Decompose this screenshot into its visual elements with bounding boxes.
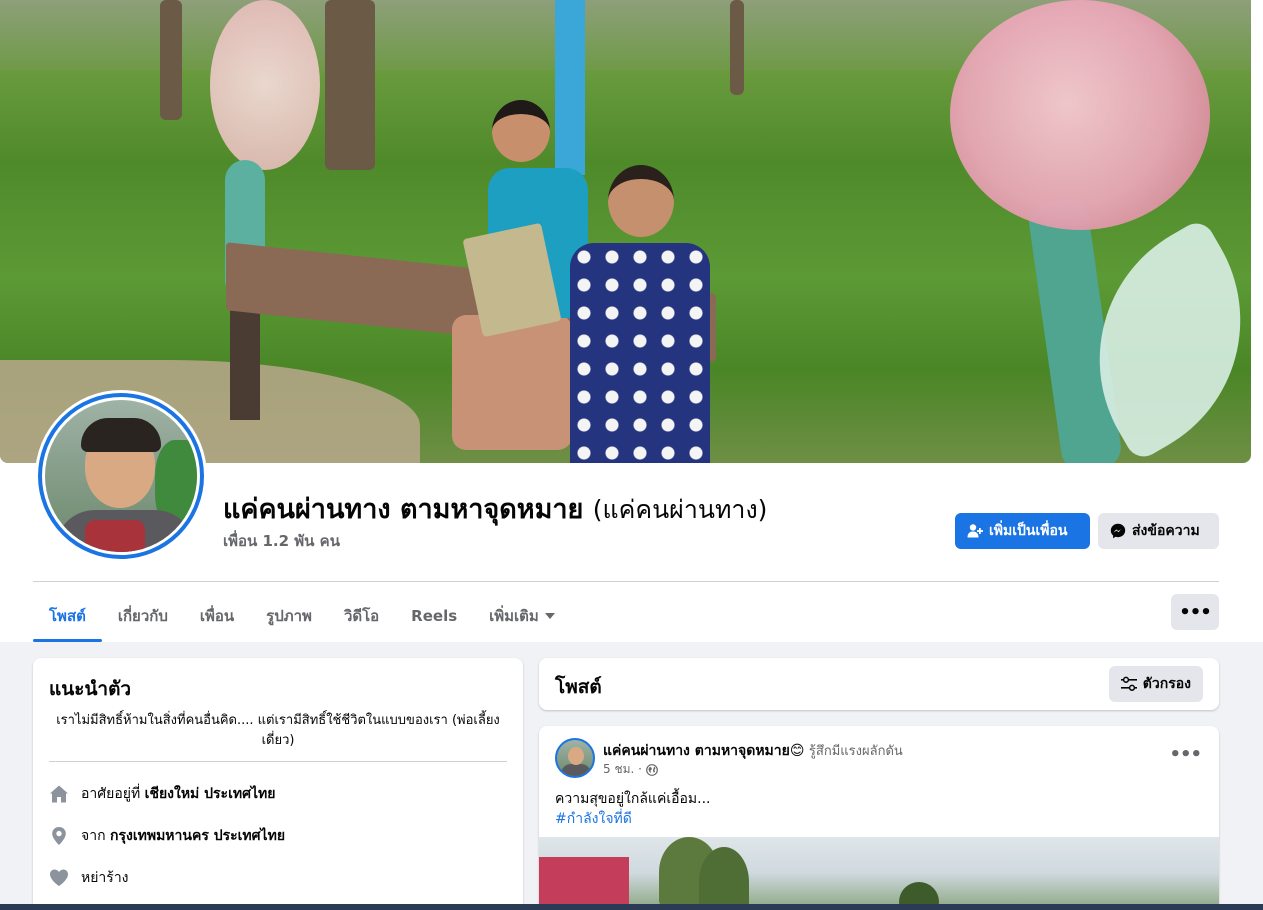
filter-button[interactable]: ตัวกรอง	[1108, 666, 1203, 702]
cover-photo[interactable]	[0, 0, 1251, 463]
friends-count[interactable]: เพื่อน 1.2 พัน คน	[223, 529, 340, 553]
messenger-icon	[1110, 523, 1126, 539]
post-author-avatar[interactable]	[555, 738, 595, 778]
tab-friends[interactable]: เพื่อน	[184, 590, 250, 642]
tab-more-label: เพิ่มเติม	[489, 607, 539, 625]
feeling-emoji: 😊	[789, 743, 805, 759]
tab-reels-label: Reels	[411, 607, 458, 625]
filter-label: ตัวกรอง	[1142, 676, 1191, 692]
message-button[interactable]: ส่งข้อความ	[1098, 513, 1219, 549]
tab-photos-label: รูปภาพ	[266, 607, 312, 625]
tab-reels[interactable]: Reels	[395, 590, 473, 642]
lives-place[interactable]: เชียงใหม่ ประเทศไทย	[145, 786, 276, 802]
tab-friends-label: เพื่อน	[199, 607, 235, 625]
post-options-button[interactable]: •••	[1169, 744, 1202, 765]
lives-prefix: อาศัยอยู่ที่	[81, 786, 141, 802]
add-friend-label: เพิ่มเป็นเพื่อน	[989, 523, 1068, 539]
post-photo[interactable]	[539, 837, 1219, 910]
tab-photos[interactable]: รูปภาพ	[250, 590, 328, 642]
posts-header-card: โพสต์ ตัวกรอง	[539, 658, 1219, 710]
post-text: ความสุขอยู่ใกล้แค่เอื้อม...	[555, 791, 711, 807]
posts-title: โพสต์	[555, 676, 602, 698]
tab-videos[interactable]: วิดีโอ	[328, 590, 395, 642]
more-options-button[interactable]: •••	[1171, 594, 1219, 630]
tab-posts-label: โพสต์	[49, 607, 86, 625]
tab-about[interactable]: เกี่ยวกับ	[102, 590, 184, 642]
page-edge	[1251, 0, 1263, 642]
intro-card: แนะนำตัว เราไม่มีสิทธิ์ห้ามในสิ่งที่คนอื…	[33, 658, 523, 910]
post-author-line: แค่คนผ่านทาง ตามหาจุดหมาย😊 รู้สึกมีแรงผล…	[603, 740, 903, 762]
taskbar-edge	[0, 904, 1263, 910]
intro-title: แนะนำตัว	[49, 678, 132, 700]
heart-icon	[49, 868, 69, 888]
post-timestamp[interactable]: 5 ชม. ·	[603, 760, 642, 779]
profile-name: แค่คนผ่านทาง ตามหาจุดหมาย (แค่คนผ่านทาง)	[223, 487, 767, 530]
from-place[interactable]: กรุงเทพมหานคร ประเทศไทย	[110, 828, 285, 844]
from-prefix: จาก	[81, 828, 106, 844]
header-divider	[33, 581, 1219, 582]
profile-tabs: โพสต์ เกี่ยวกับ เพื่อน รูปภาพ วิดีโอ Ree…	[33, 590, 571, 642]
post-author-name[interactable]: แค่คนผ่านทาง ตามหาจุดหมาย	[603, 743, 790, 759]
intro-from: จาก กรุงเทพมหานคร ประเทศไทย	[49, 825, 285, 847]
message-label: ส่งข้อความ	[1132, 523, 1200, 539]
post-feeling: รู้สึกมีแรงผลักดัน	[808, 744, 903, 759]
tab-more[interactable]: เพิ่มเติม	[473, 590, 571, 642]
profile-avatar[interactable]	[35, 390, 207, 562]
relationship-status: หย่าร้าง	[81, 870, 129, 886]
intro-lives-in: อาศัยอยู่ที่ เชียงใหม่ ประเทศไทย	[49, 783, 275, 805]
tab-about-label: เกี่ยวกับ	[117, 607, 168, 625]
post-card: แค่คนผ่านทาง ตามหาจุดหมาย😊 รู้สึกมีแรงผล…	[539, 726, 1219, 910]
globe-icon	[646, 763, 658, 776]
intro-divider	[49, 761, 507, 762]
home-icon	[49, 784, 69, 804]
caret-down-icon	[544, 613, 555, 619]
post-hashtag[interactable]: #กำลังใจที่ดี	[555, 808, 632, 830]
add-person-icon	[967, 524, 983, 538]
tab-videos-label: วิดีโอ	[343, 607, 380, 625]
profile-alternate-name: (แค่คนผ่านทาง)	[592, 495, 768, 524]
post-meta: 5 ชม. ·	[603, 760, 658, 779]
add-friend-button[interactable]: เพิ่มเป็นเพื่อน	[955, 513, 1090, 549]
filter-sliders-icon	[1120, 676, 1137, 691]
profile-name-main: แค่คนผ่านทาง ตามหาจุดหมาย	[223, 494, 584, 525]
intro-bio: เราไม่มีสิทธิ์ห้ามในสิ่งที่คนอื่นคิด....…	[56, 713, 500, 748]
tab-posts[interactable]: โพสต์	[33, 590, 102, 642]
intro-relationship: หย่าร้าง	[49, 867, 129, 889]
location-pin-icon	[49, 826, 69, 846]
